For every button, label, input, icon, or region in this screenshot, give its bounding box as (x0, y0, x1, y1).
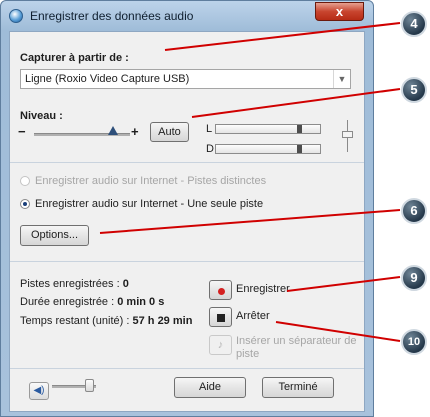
callout-badge-9: 9 (401, 265, 427, 291)
callout-lines (99, 22, 401, 342)
callout-line-4 (164, 22, 401, 51)
callout-line-6 (99, 209, 401, 234)
callout-badge-6: 6 (401, 198, 427, 224)
callout-badge-4: 4 (401, 11, 427, 37)
callout-badge-10: 10 (401, 329, 427, 355)
callout-line-10 (275, 321, 401, 342)
callout-badge-5: 5 (401, 77, 427, 103)
callout-line-5 (191, 88, 401, 118)
callout-line-9 (286, 276, 401, 292)
